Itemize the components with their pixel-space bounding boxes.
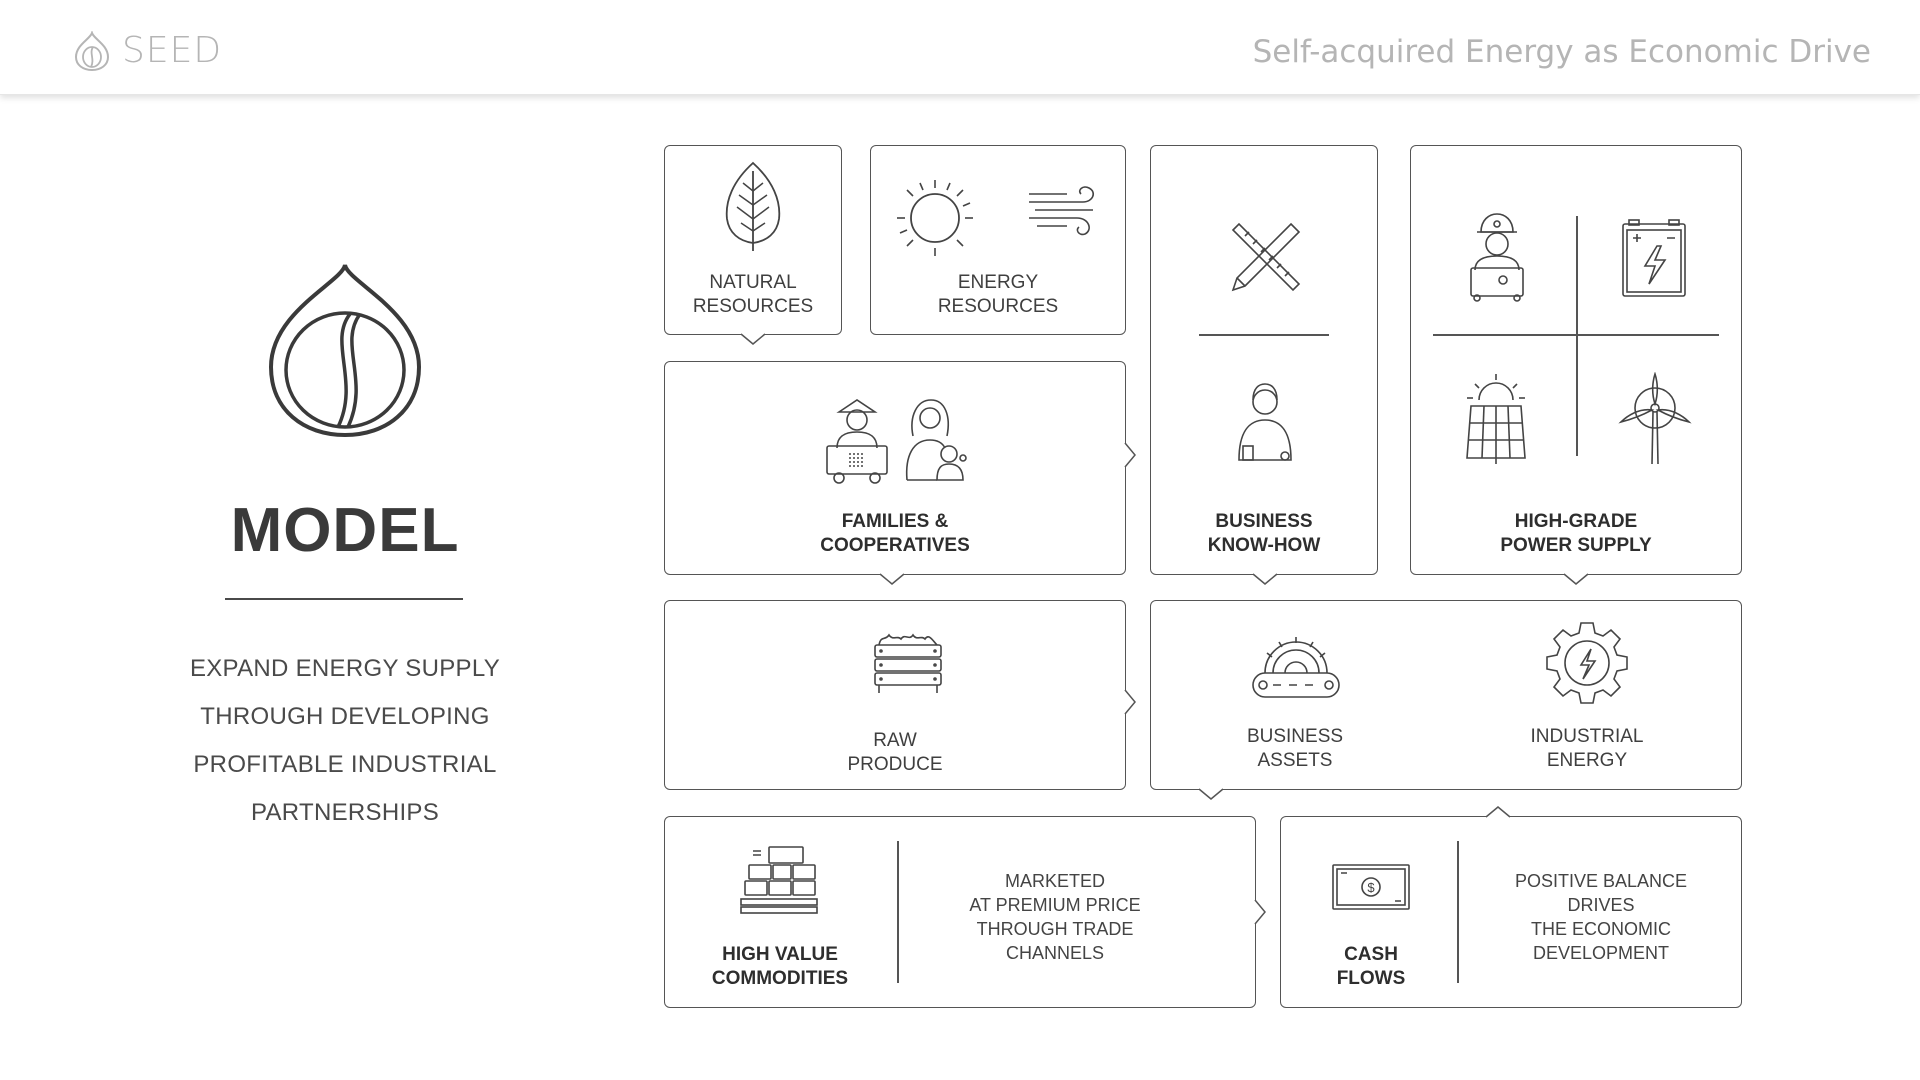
know-how-divider [1199,334,1329,336]
cash-icon: $ [1331,863,1411,913]
arrow-commodities-to-cash [1254,899,1266,925]
card-business-know-how: BUSINESS KNOW-HOW [1150,145,1378,575]
card-label-line: PRODUCE [847,754,943,775]
brand-name: SEED [122,30,223,71]
card-label-line: ENERGY [1546,750,1628,771]
conveyor-gear-icon [1251,633,1341,703]
card-cash-flows: $ CASH FLOWS POSITIVE BALANCE DRIVES THE… [1280,816,1742,1008]
card-label: BUSINESS KNOW-HOW [1151,510,1377,558]
card-assets-energy: BUSINESS ASSETS INDUSTRIAL ENERGY [1150,600,1742,790]
businessman-icon [1235,380,1295,464]
energy-gear-icon [1541,619,1633,711]
header: SEED Self-acquired Energy as Economic Dr… [0,0,1920,95]
mother-child-icon [903,396,967,486]
card-raw-produce: RAW PRODUCE [664,600,1126,790]
card-label-line: RAW [873,730,917,751]
boxes-icon [739,845,819,917]
battery-icon [1619,218,1689,298]
card-label: RAW PRODUCE [665,729,1125,777]
description-line: THE ECONOMIC [1530,919,1671,939]
commodities-divider [897,841,899,983]
card-label-line: COOPERATIVES [820,535,970,556]
card-label-line: KNOW-HOW [1207,535,1321,556]
commodities-description: MARKETED AT PREMIUM PRICE THROUGH TRADE … [915,869,1195,965]
card-label-line: FLOWS [1336,968,1406,989]
card-label-line: NATURAL [709,272,797,293]
model-description: EXPAND ENERGY SUPPLY THROUGH DEVELOPING … [150,645,540,837]
card-label: ENERGY RESOURCES [871,271,1125,319]
card-label-line: RESOURCES [937,296,1059,317]
description-line: DRIVES [1567,895,1635,915]
card-label-line: POWER SUPPLY [1500,535,1652,556]
power-divider-horizontal [1433,334,1719,336]
description-line: THROUGH TRADE [976,919,1134,939]
card-label: BUSINESS ASSETS [1195,725,1395,773]
model-description-line: PROFITABLE INDUSTRIAL [193,751,497,778]
card-label-line: BUSINESS [1246,726,1344,747]
model-title: MODEL [230,496,460,565]
wind-turbine-icon [1617,372,1693,466]
cash-description: POSITIVE BALANCE DRIVES THE ECONOMIC DEV… [1471,869,1731,965]
model-description-line: EXPAND ENERGY SUPPLY [189,655,501,682]
description-line: CHANNELS [1005,943,1105,963]
card-families-cooperatives: FAMILIES & COOPERATIVES [664,361,1126,575]
sun-icon [895,178,975,258]
card-label-line: HIGH VALUE [722,944,838,965]
engineer-icon [1467,210,1527,302]
card-label-line: COMMODITIES [711,968,849,989]
card-energy-resources: ENERGY RESOURCES [870,145,1126,335]
card-high-value-commodities: HIGH VALUE COMMODITIES MARKETED AT PREMI… [664,816,1256,1008]
card-label-line: FAMILIES & [841,511,949,532]
card-label-line: INDUSTRIAL [1530,726,1644,747]
tagline: Self-acquired Energy as Economic Drive [1252,34,1871,70]
arrow-families-to-raw [879,573,905,585]
arrow-raw-to-assets [1124,689,1136,715]
card-label: FAMILIES & COOPERATIVES [665,510,1125,558]
arrow-knowhow-down [1252,573,1278,585]
card-label-line: ASSETS [1257,750,1333,771]
arrow-power-down [1563,573,1589,585]
description-line: DEVELOPMENT [1532,943,1670,963]
description-line: AT PREMIUM PRICE [969,895,1141,915]
card-label: CASH FLOWS [1281,943,1461,991]
tools-icon [1225,216,1305,296]
arrow-natural-to-families [740,333,766,345]
card-label: INDUSTRIAL ENERGY [1487,725,1687,773]
model-description-line: PARTNERSHIPS [250,799,440,826]
card-high-grade-power: HIGH-GRADE POWER SUPPLY [1410,145,1742,575]
description-line: MARKETED [1004,871,1105,891]
card-label-line: HIGH-GRADE [1514,511,1638,532]
seed-logo-icon [74,30,110,71]
brand: SEED [74,30,222,71]
card-natural-resources: NATURAL RESOURCES [664,145,842,335]
model-divider [225,598,463,600]
arrow-assets-down [1198,788,1224,800]
card-label-line: RESOURCES [692,296,814,317]
power-divider-vertical [1576,216,1578,456]
card-label: NATURAL RESOURCES [665,271,841,319]
svg-text:$: $ [1367,880,1375,895]
card-label: HIGH VALUE COMMODITIES [677,943,883,991]
crate-icon [873,631,943,697]
description-line: POSITIVE BALANCE [1514,871,1688,891]
wind-icon [1027,184,1099,238]
card-label-line: ENERGY [957,272,1039,293]
model-description-line: THROUGH DEVELOPING [200,703,490,730]
arrow-families-to-knowhow [1124,442,1136,468]
card-label: HIGH-GRADE POWER SUPPLY [1411,510,1741,558]
card-label-line: BUSINESS [1215,511,1313,532]
solar-panel-icon [1463,372,1529,466]
card-label-line: CASH [1344,944,1398,965]
farmer-icon [825,396,889,486]
seed-drop-icon [268,262,422,438]
leaf-icon [723,161,783,253]
cash-divider [1457,841,1459,983]
